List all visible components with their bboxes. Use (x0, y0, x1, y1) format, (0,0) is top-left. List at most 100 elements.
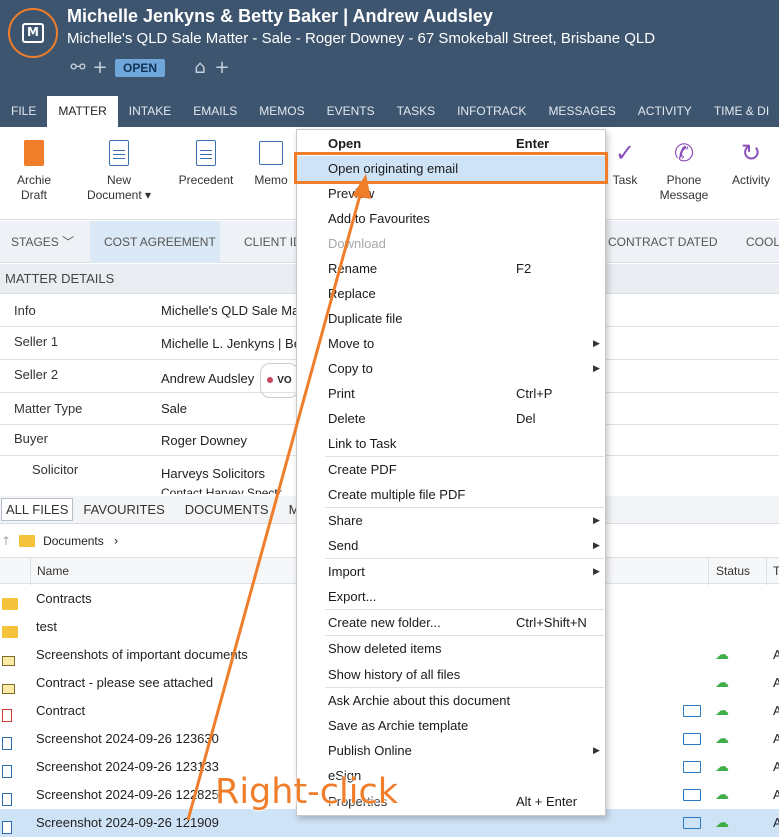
menu-item-ask-archie[interactable]: Ask Archie about this document (297, 688, 605, 713)
tab-activity[interactable]: ACTIVITY (627, 96, 703, 127)
mail-icon (683, 789, 701, 801)
tab-documents[interactable]: DOCUMENTS (175, 502, 279, 517)
column-name[interactable]: Name (37, 558, 69, 585)
new-document-label-2: Document ▾ (86, 188, 152, 202)
menu-item-add-to-favourites[interactable]: Add to Favourites (297, 206, 605, 231)
menu-item-send[interactable]: Send ▶ (297, 533, 605, 558)
tab-intake[interactable]: INTAKE (118, 96, 182, 127)
file-name: Screenshot 2024-09-26 123630 (36, 731, 219, 746)
share-icon[interactable]: ⚯ (67, 57, 89, 78)
tab-messages[interactable]: MESSAGES (537, 96, 626, 127)
activity-button[interactable]: ↻ Activity (728, 137, 774, 188)
stage-client-id[interactable]: CLIENT ID (244, 221, 304, 263)
menu-label: Link to Task (328, 436, 397, 451)
image-file-icon (2, 821, 12, 834)
tab-file[interactable]: FILE (0, 96, 47, 127)
tab-events[interactable]: EVENTS (316, 96, 386, 127)
menu-item-share[interactable]: Share ▶ (297, 508, 605, 533)
phone-label-2: Message (659, 188, 709, 202)
submenu-arrow-icon: ▶ (593, 745, 600, 755)
menu-item-duplicate-file[interactable]: Duplicate file (297, 306, 605, 331)
menu-item-copy-to[interactable]: Copy to ▶ (297, 356, 605, 381)
matter-title: Michelle Jenkyns & Betty Baker | Andrew … (67, 6, 493, 26)
menu-item-create-multiple-file-pdf[interactable]: Create multiple file PDF (297, 482, 605, 507)
memo-button[interactable]: Memo (251, 137, 291, 188)
tab-tasks[interactable]: TASKS (386, 96, 446, 127)
menu-shortcut: Del (516, 411, 536, 426)
detail-label: Seller 1 (14, 334, 59, 349)
phone-message-button[interactable]: ✆ Phone Message (658, 137, 710, 203)
highlight-box (294, 152, 608, 184)
file-name: test (36, 619, 57, 634)
task-button[interactable]: ✓ Task (608, 137, 642, 188)
cloud-sync-icon: ☁ (715, 703, 729, 719)
new-document-icon (109, 140, 129, 166)
menu-item-link-to-task[interactable]: Link to Task (297, 431, 605, 456)
file-name: Screenshot 2024-09-26 122825 (36, 787, 219, 802)
detail-value: Sale (161, 401, 188, 416)
tab-time[interactable]: TIME & DI (703, 96, 779, 127)
file-name: Contract - please see attached (36, 675, 214, 690)
menu-label: Download (328, 236, 386, 251)
menu-label: Import (328, 564, 365, 579)
breadcrumb-documents[interactable]: Documents (43, 534, 104, 548)
memo-icon (259, 141, 283, 165)
menu-item-move-to[interactable]: Move to ▶ (297, 331, 605, 356)
menu-item-delete[interactable]: Delete Del (297, 406, 605, 431)
smokeball-logo-icon (8, 8, 58, 58)
menu-item-replace[interactable]: Replace (297, 281, 605, 306)
menu-item-create-pdf[interactable]: Create PDF (297, 457, 605, 482)
tab-emails[interactable]: EMAILS (182, 96, 248, 127)
tab-matter[interactable]: MATTER (47, 96, 118, 127)
menu-label: Move to (328, 336, 375, 351)
matter-subtitle: Michelle's QLD Sale Matter - Sale - Roge… (67, 30, 656, 47)
tag-icon[interactable]: ⌂ (189, 57, 211, 78)
tab-memos[interactable]: MEMOS (248, 96, 315, 127)
new-document-button[interactable]: New Document ▾ (86, 137, 152, 203)
add-tag-icon[interactable]: + (211, 57, 233, 78)
menu-item-preview[interactable]: Preview (297, 181, 605, 206)
menu-item-import[interactable]: Import ▶ (297, 559, 605, 584)
tab-all-files[interactable]: ALL FILES (1, 498, 74, 521)
precedent-button[interactable]: Precedent (176, 137, 236, 188)
menu-label: Create new folder... (328, 615, 441, 630)
menu-item-save-archie-template[interactable]: Save as Archie template (297, 713, 605, 738)
column-extra[interactable]: T (773, 558, 779, 585)
right-click-annotation: Right-click (215, 772, 398, 812)
menu-item-create-new-folder[interactable]: Create new folder... Ctrl+Shift+N (297, 610, 605, 635)
menu-shortcut: Ctrl+Shift+N (516, 615, 587, 630)
file-name: Screenshot 2024-09-26 121909 (36, 815, 219, 830)
archie-draft-button[interactable]: Archie Draft (14, 137, 54, 203)
stage-cooling[interactable]: COOLI (746, 221, 779, 263)
menu-item-rename[interactable]: Rename F2 (297, 256, 605, 281)
menu-item-print[interactable]: Print Ctrl+P (297, 381, 605, 406)
file-name: Screenshots of important documents (36, 647, 248, 662)
menu-item-download: Download (297, 231, 605, 256)
menu-label: Open (328, 136, 362, 151)
tab-infotrack[interactable]: INFOTRACK (446, 96, 537, 127)
menu-item-show-history[interactable]: Show history of all files (297, 662, 605, 687)
menu-label: Save as Archie template (328, 718, 469, 733)
up-arrow-icon[interactable]: ↑ (1, 534, 11, 548)
menu-label: Create PDF (328, 462, 397, 477)
menu-item-publish-online[interactable]: Publish Online ▶ (297, 738, 605, 763)
column-status[interactable]: Status (716, 558, 750, 585)
file-cell: A (773, 675, 779, 690)
file-cell: A (773, 787, 779, 802)
menu-label: Add to Favourites (328, 211, 430, 226)
menu-label: Publish Online (328, 743, 412, 758)
add-icon[interactable]: + (89, 57, 111, 78)
stage-cost-agreement[interactable]: COST AGREEMENT (90, 221, 220, 263)
stages-dropdown[interactable]: STAGES ﹀ (0, 221, 90, 263)
chevron-right-icon[interactable]: › (114, 534, 119, 548)
tab-favourites[interactable]: FAVOURITES (73, 502, 174, 517)
menu-item-export[interactable]: Export... (297, 584, 605, 609)
image-file-icon (2, 793, 12, 806)
detail-value: Roger Downey (161, 433, 247, 448)
file-name: Screenshot 2024-09-26 123133 (36, 759, 219, 774)
stage-contract-dated[interactable]: CONTRACT DATED (608, 221, 718, 263)
email-message-icon (2, 684, 15, 694)
menu-shortcut: Ctrl+P (516, 386, 553, 401)
menu-label: Show deleted items (328, 641, 442, 656)
menu-item-show-deleted-items[interactable]: Show deleted items (297, 636, 605, 661)
